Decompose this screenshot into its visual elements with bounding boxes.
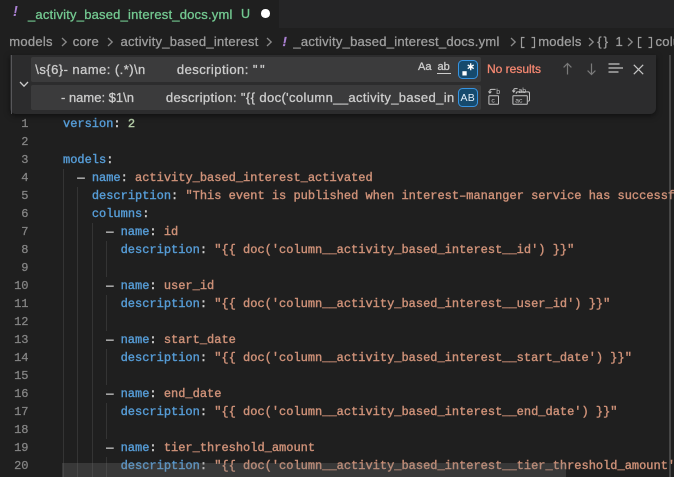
- svg-text:b: b: [496, 89, 500, 96]
- svg-text:c: c: [491, 98, 495, 105]
- svg-text:ac: ac: [515, 98, 523, 105]
- svg-text:ab: ab: [518, 88, 526, 95]
